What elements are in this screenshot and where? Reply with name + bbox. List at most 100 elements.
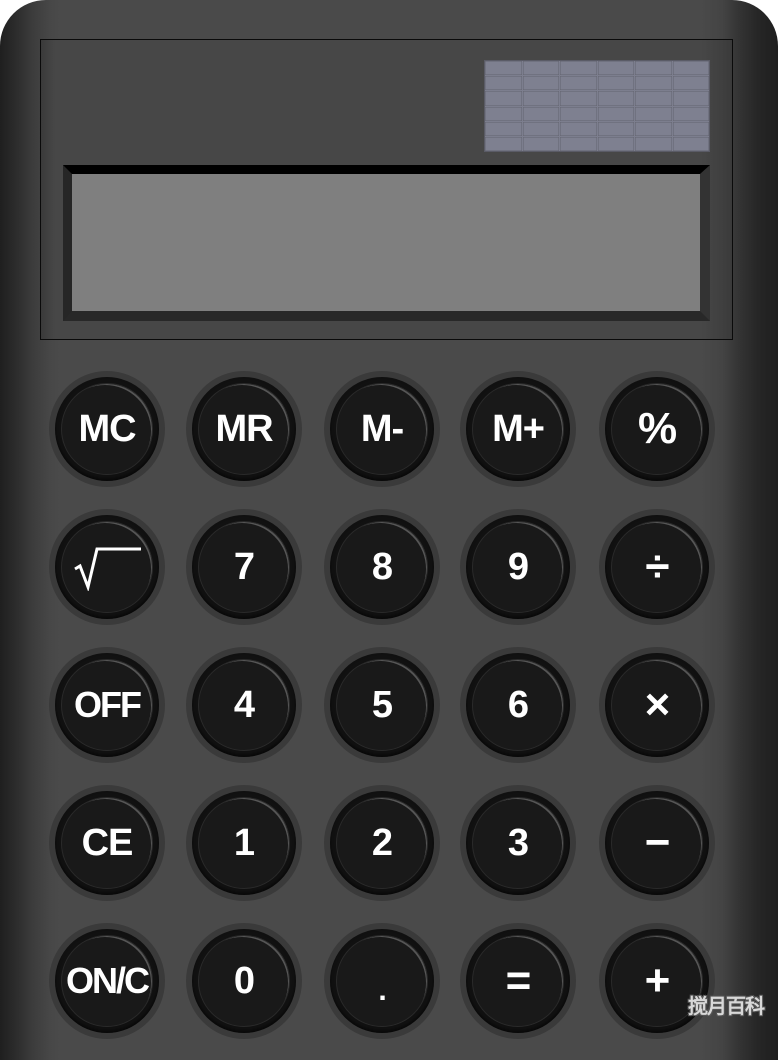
key-decimal-button[interactable]: . — [324, 923, 440, 1039]
key-divide-button[interactable]: ÷ — [599, 509, 715, 625]
key-bezel: × — [605, 653, 709, 757]
key-bezel: 9 — [466, 515, 570, 619]
key-label: 2 — [371, 822, 393, 864]
solar-cell — [597, 76, 634, 91]
solar-cell — [522, 121, 559, 136]
solar-cell — [485, 61, 522, 76]
key-bezel: 8 — [330, 515, 434, 619]
key-3-button[interactable]: 3 — [460, 785, 576, 901]
solar-cell — [635, 136, 672, 151]
key-plus-button[interactable]: + — [599, 923, 715, 1039]
key-bezel: 7 — [192, 515, 296, 619]
solar-cell — [597, 61, 634, 76]
key-label: CE — [81, 822, 134, 864]
key-minus-button[interactable]: − — [599, 785, 715, 901]
key-label: 1 — [233, 822, 255, 864]
lcd-bezel — [63, 165, 710, 321]
key-6-button[interactable]: 6 — [460, 647, 576, 763]
key-label: 3 — [507, 822, 529, 864]
key-label: − — [644, 818, 671, 867]
solar-cell — [672, 136, 709, 151]
solar-cell — [597, 91, 634, 106]
key-sqrt-button[interactable] — [49, 509, 165, 625]
solar-cell — [672, 61, 709, 76]
key-bezel: 6 — [466, 653, 570, 757]
solar-cell — [522, 61, 559, 76]
key-label: 7 — [233, 546, 255, 588]
solar-cell — [522, 76, 559, 91]
solar-cell — [522, 91, 559, 106]
key-0-button[interactable]: 0 — [186, 923, 302, 1039]
key-equals-button[interactable]: = — [460, 923, 576, 1039]
key-bezel: − — [605, 791, 709, 895]
key-bezel: ÷ — [605, 515, 709, 619]
key-bezel: MC — [55, 377, 159, 481]
solar-cell — [522, 136, 559, 151]
key-bezel: ON/C — [55, 929, 159, 1033]
key-bezel: 1 — [192, 791, 296, 895]
solar-cell — [560, 106, 597, 121]
key-label: + — [644, 956, 671, 1005]
key-bezel: 3 — [466, 791, 570, 895]
key-m-plus-button[interactable]: M+ — [460, 371, 576, 487]
lcd-screen — [72, 174, 700, 311]
key-percent-button[interactable]: % — [599, 371, 715, 487]
solar-cell — [560, 76, 597, 91]
key-bezel — [55, 515, 159, 619]
key-bezel: MR — [192, 377, 296, 481]
key-off-button[interactable]: OFF — [49, 647, 165, 763]
solar-cell — [560, 121, 597, 136]
solar-cell — [485, 106, 522, 121]
solar-cell — [485, 121, 522, 136]
square-root-icon — [74, 547, 141, 591]
key-7-button[interactable]: 7 — [186, 509, 302, 625]
key-on-c-button[interactable]: ON/C — [49, 923, 165, 1039]
key-8-button[interactable]: 8 — [324, 509, 440, 625]
key-5-button[interactable]: 5 — [324, 647, 440, 763]
key-label: OFF — [74, 684, 142, 725]
key-label: 8 — [371, 546, 393, 588]
key-label: MR — [215, 408, 273, 450]
solar-cell — [485, 136, 522, 151]
solar-cell — [635, 61, 672, 76]
key-2-button[interactable]: 2 — [324, 785, 440, 901]
solar-cell — [635, 121, 672, 136]
key-mr-button[interactable]: MR — [186, 371, 302, 487]
key-ce-button[interactable]: CE — [49, 785, 165, 901]
solar-cell — [597, 121, 634, 136]
key-label: ON/C — [66, 960, 150, 1001]
key-label: 9 — [507, 546, 529, 588]
solar-cell — [635, 91, 672, 106]
solar-cell — [597, 136, 634, 151]
key-mc-button[interactable]: MC — [49, 371, 165, 487]
watermark: 搅月百科 — [688, 994, 765, 1018]
solar-cell — [560, 91, 597, 106]
key-bezel: M- — [330, 377, 434, 481]
calculator-body: MC MR M- M+% 7 8 9 ÷ OFF 4 5 6 × CE 1 2 3 − ON/C 0. = + — [0, 0, 778, 1060]
solar-cell — [485, 91, 522, 106]
key-m-minus-button[interactable]: M- — [324, 371, 440, 487]
key-label: % — [637, 404, 677, 453]
key-bezel: 5 — [330, 653, 434, 757]
solar-cell — [522, 106, 559, 121]
solar-cell — [560, 136, 597, 151]
key-bezel: % — [605, 377, 709, 481]
key-label: 6 — [507, 684, 529, 726]
key-label: = — [505, 956, 532, 1005]
solar-cell — [672, 106, 709, 121]
solar-cell — [672, 91, 709, 106]
solar-panel — [485, 61, 709, 151]
solar-cell — [560, 61, 597, 76]
key-label: ÷ — [645, 542, 669, 591]
key-bezel: OFF — [55, 653, 159, 757]
key-9-button[interactable]: 9 — [460, 509, 576, 625]
key-1-button[interactable]: 1 — [186, 785, 302, 901]
key-multiply-button[interactable]: × — [599, 647, 715, 763]
solar-cell — [485, 76, 522, 91]
key-label: × — [644, 680, 671, 729]
key-label: M+ — [492, 408, 545, 450]
key-bezel: = — [466, 929, 570, 1033]
key-label: 5 — [371, 684, 393, 726]
key-4-button[interactable]: 4 — [186, 647, 302, 763]
key-label: . — [378, 974, 386, 1007]
